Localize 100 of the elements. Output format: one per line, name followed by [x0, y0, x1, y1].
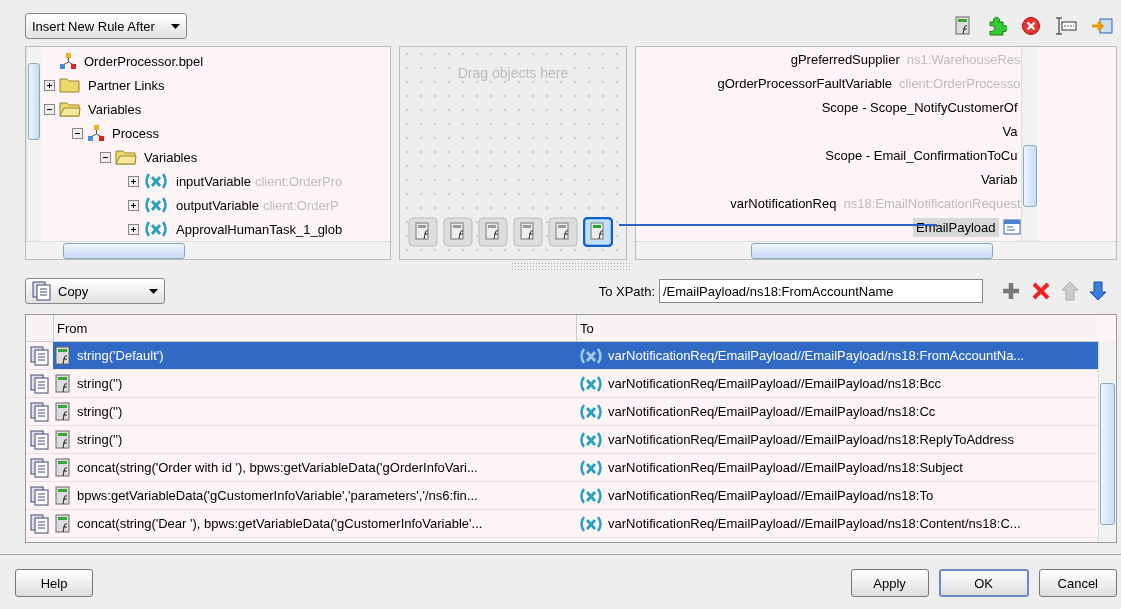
function-node-icon[interactable] — [548, 217, 578, 247]
puzzle-icon[interactable] — [987, 16, 1007, 36]
copy-icon — [29, 429, 50, 450]
folder-icon — [59, 77, 81, 93]
variable-icon — [578, 430, 604, 449]
delete-icon[interactable] — [1021, 16, 1041, 36]
vertical-scrollbar[interactable] — [1098, 341, 1116, 542]
tree-node-label[interactable]: Scope - Email_ConfirmationToCu — [822, 145, 1021, 165]
tree-node-label[interactable]: Process — [112, 125, 159, 141]
to-path: varNotificationReq/EmailPayload//EmailPayload/ns18:Cc — [608, 404, 936, 419]
move-down-icon[interactable] — [1089, 281, 1107, 301]
variable-icon — [578, 514, 604, 533]
expand-toggle-icon[interactable] — [44, 79, 55, 91]
copy-icon — [29, 373, 50, 394]
xpath-label: To XPath: — [598, 283, 655, 299]
vertical-scrollbar[interactable] — [26, 47, 41, 241]
copy-icon — [29, 401, 50, 422]
function-icon — [55, 401, 73, 422]
copy-icon — [29, 513, 50, 534]
copy-dropdown[interactable]: Copy — [25, 278, 165, 304]
tree-node-label[interactable]: Variables — [88, 101, 142, 117]
from-expression: string('') — [77, 432, 123, 447]
dialog-button[interactable]: OK — [938, 569, 1029, 597]
insert-rule-dropdown[interactable]: Insert New Rule After — [25, 13, 187, 39]
variable-icon — [578, 486, 604, 505]
element-icon — [1002, 219, 1021, 235]
import-icon[interactable] — [1091, 17, 1113, 35]
tree-node-label[interactable]: ApprovalHumanTask_1_glob — [176, 221, 343, 237]
tree-node-label[interactable]: EmailPayload — [913, 217, 999, 237]
tree-node-label[interactable]: Variab — [977, 169, 1021, 189]
table-row[interactable]: concat(string('Order with id '), bpws:getVariableData('gOrderInfoVari... varNotificationReq/EmailPayload//EmailPayload/ns18:Subject — [26, 454, 1098, 482]
variable-icon — [578, 374, 604, 393]
expand-toggle-icon[interactable] — [128, 199, 139, 211]
text-field-icon[interactable] — [1055, 17, 1077, 35]
variable-icon — [143, 196, 169, 214]
function-icon — [55, 429, 73, 450]
function-icon — [55, 373, 73, 394]
add-icon[interactable] — [1001, 281, 1021, 301]
tree-node-label[interactable]: Scope - Scope_NotifyCustomerOf — [818, 97, 1021, 117]
dialog-button[interactable]: Cancel — [1038, 569, 1117, 597]
tree-node-label[interactable]: gPreferredSupplier — [787, 49, 903, 69]
to-path: varNotificationReq/EmailPayload//EmailPayload/ns18:FromAccountNa... — [608, 348, 1025, 363]
column-header[interactable]: From — [53, 315, 576, 341]
copy-icon — [32, 281, 52, 301]
tree-node-label[interactable]: Partner Links — [88, 77, 165, 93]
tree-node-label[interactable]: varNotificationReq — [727, 193, 840, 213]
variable-icon — [143, 220, 169, 238]
tree-node-label[interactable]: inputVariable — [176, 173, 251, 189]
expand-toggle-icon[interactable] — [128, 223, 139, 235]
folder-icon — [59, 101, 81, 117]
table-row[interactable]: string('') varNotificationReq/EmailPayload//EmailPayload/ns18:ReplyToAddress — [26, 426, 1098, 454]
function-icon[interactable] — [955, 16, 973, 36]
from-expression: concat(string('Dear '), bpws:getVariableData('gCustomerInfoVariable'... — [77, 516, 483, 531]
to-path: varNotificationReq/EmailPayload//EmailPayload/ns18:To — [608, 488, 934, 503]
tree-node-label[interactable]: gOrderProcessorFaultVariable — [714, 73, 896, 93]
horizontal-scrollbar[interactable] — [636, 241, 1116, 259]
folder-icon — [115, 149, 137, 165]
function-node-icon[interactable] — [513, 217, 543, 247]
expand-toggle-icon[interactable] — [100, 151, 111, 163]
function-node-icon[interactable] — [583, 217, 613, 247]
column-header[interactable]: To — [576, 315, 1098, 341]
xpath-field[interactable]: /EmailPayload/ns18:FromAccountName — [659, 279, 983, 303]
to-path: varNotificationReq/EmailPayload//EmailPayload/ns18:Subject — [608, 460, 963, 475]
table-row[interactable]: string('') varNotificationReq/EmailPayload//EmailPayload/ns18:Bcc — [26, 370, 1098, 398]
table-row[interactable]: concat(string('Dear '), bpws:getVariableData('gCustomerInfoVariable'... varNotificationReq/EmailPayload//EmailPayload/ns18:Content/ns18:C... — [26, 510, 1098, 538]
dialog-button[interactable]: Apply — [850, 569, 929, 597]
move-up-icon[interactable] — [1061, 281, 1079, 301]
function-icon — [55, 345, 73, 366]
expand-toggle-icon[interactable] — [128, 175, 139, 187]
to-path: varNotificationReq/EmailPayload//EmailPayload/ns18:ReplyToAddress — [608, 432, 1015, 447]
function-icon — [55, 485, 73, 506]
variable-icon — [578, 346, 604, 365]
from-expression: string('') — [77, 376, 123, 391]
to-path: varNotificationReq/EmailPayload//EmailPayload/ns18:Bcc — [608, 376, 942, 391]
table-row[interactable]: string('') varNotificationReq/EmailPayload//EmailPayload/ns18:Cc — [26, 398, 1098, 426]
tree-node-label[interactable]: Va — [999, 121, 1021, 141]
function-node-icon[interactable] — [408, 217, 438, 247]
table-row[interactable]: string('Default') varNotificationReq/EmailPayload//EmailPayload/ns18:FromAccountNa... — [26, 342, 1098, 370]
tree-node-type: client:OrderPro — [254, 173, 343, 189]
delete-icon[interactable] — [1031, 281, 1051, 301]
tree-node-label[interactable]: Variables — [144, 149, 198, 165]
expand-toggle-icon[interactable] — [44, 103, 55, 115]
function-icon — [55, 457, 73, 478]
tree-node-label[interactable]: OrderProcessor.bpel — [84, 53, 204, 69]
function-node-icon[interactable] — [443, 217, 473, 247]
vertical-scrollbar[interactable] — [1020, 47, 1038, 241]
variable-icon — [578, 458, 604, 477]
from-expression: concat(string('Order with id '), bpws:getVariableData('gOrderInfoVari... — [77, 460, 478, 475]
from-expression: string('') — [77, 404, 123, 419]
tree-node-label[interactable]: outputVariable — [176, 197, 259, 213]
function-icon — [55, 513, 73, 534]
variable-icon — [578, 402, 604, 421]
horizontal-scrollbar[interactable] — [26, 241, 390, 259]
function-node-icon[interactable] — [478, 217, 508, 247]
table-row[interactable]: bpws:getVariableData('gCustomerInfoVariable','parameters','/ns6:fin... varNotificationReq/EmailPayload//EmailPayload/ns18:To — [26, 482, 1098, 510]
expand-toggle-icon[interactable] — [72, 127, 83, 139]
process-icon — [59, 52, 77, 70]
copy-icon — [29, 485, 50, 506]
caret-icon — [149, 288, 158, 294]
help-button[interactable]: Help — [15, 569, 93, 597]
